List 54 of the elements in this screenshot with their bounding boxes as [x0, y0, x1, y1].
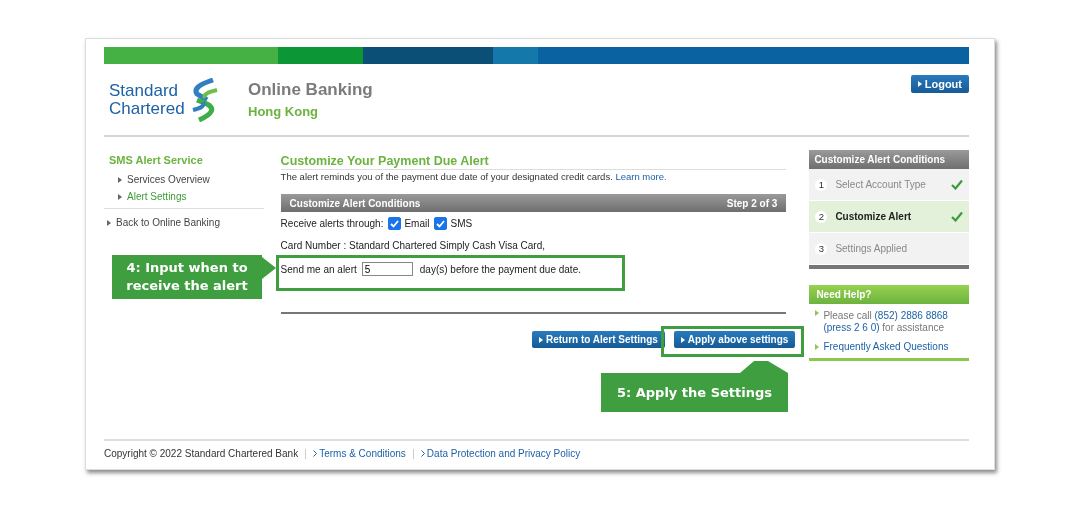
phone-link[interactable]: (852) 2886 8868: [874, 310, 948, 321]
check-icon: [951, 211, 963, 222]
step-label: Select Account Type: [835, 179, 927, 190]
days-input-field[interactable]: 5: [361, 262, 413, 276]
help-header: Need Help?: [809, 285, 969, 304]
alert-suffix-text: day(s) before the payment due date.: [419, 263, 581, 275]
page-heading: Customize Your Payment Due Alert: [280, 151, 787, 170]
chevron-icon: [313, 450, 318, 457]
sidebar-link[interactable]: Services Overview: [118, 174, 264, 185]
alert-prefix-text: Send me an alert: [280, 263, 357, 275]
help-text: Please call (852) 2886 8868 (press 2 6 0) for assistance: [823, 310, 948, 334]
step-indicator: Step 2 of 3: [726, 197, 778, 209]
learn-more-link[interactable]: Learn more.: [615, 171, 667, 182]
step-label: Customize Alert: [835, 211, 913, 222]
bullet-icon: [917, 81, 922, 87]
bullet-icon: [107, 219, 111, 226]
site-title: Online Banking: [248, 80, 373, 100]
footer-link[interactable]: Terms & Conditions: [319, 448, 406, 459]
step-number: 3: [815, 242, 828, 255]
copyright-text: Copyright © 2022 Standard Chartered Bank: [104, 448, 299, 459]
description-text: The alert reminds you of the payment due date of your designated credit cards. Learn more.: [280, 171, 668, 182]
step-label: Settings Applied: [835, 243, 909, 254]
bullet-icon: [815, 344, 820, 350]
bullet-icon: [815, 310, 820, 316]
check-icon: [951, 179, 963, 190]
bullet-icon: [680, 336, 685, 343]
faq-link[interactable]: Frequently Asked Questions: [823, 341, 949, 353]
action-button[interactable]: Apply above settings: [673, 331, 796, 348]
sidebar-heading: SMS Alert Service: [109, 154, 204, 166]
bullet-icon: [118, 176, 122, 183]
region-label: Hong Kong: [248, 104, 320, 119]
panel-title: Customize Alert Conditions: [289, 197, 421, 209]
channels-label: Receive alerts through:: [280, 218, 384, 229]
bullet-icon: [538, 336, 543, 343]
checkbox-label: Email: [404, 218, 430, 229]
logout-button[interactable]: Logout: [910, 75, 969, 93]
footer-link[interactable]: Data Protection and Privacy Policy: [426, 448, 581, 459]
pointer-arrow: [262, 257, 276, 279]
sidebar-link[interactable]: Alert Settings: [118, 191, 264, 202]
chevron-icon: [420, 450, 425, 457]
checkbox[interactable]: [388, 217, 402, 230]
bullet-icon: [118, 193, 122, 200]
step-number: 2: [815, 210, 828, 223]
card-number-text: Card Number : Standard Chartered Simply Cash Visa Card,: [280, 240, 545, 251]
pointer-arrow: [740, 361, 788, 373]
back-link[interactable]: Back to Online Banking: [107, 217, 264, 228]
brand-name: Standard Chartered: [109, 82, 185, 118]
checkbox[interactable]: [434, 217, 448, 230]
checkbox-label: SMS: [450, 218, 473, 229]
action-button[interactable]: Return to Alert Settings: [531, 331, 665, 348]
press-link[interactable]: (press 2 6 0): [823, 322, 880, 333]
step-number: 1: [815, 178, 828, 191]
steps-header: Customize Alert Conditions: [809, 150, 969, 169]
logo-icon: [190, 78, 219, 122]
